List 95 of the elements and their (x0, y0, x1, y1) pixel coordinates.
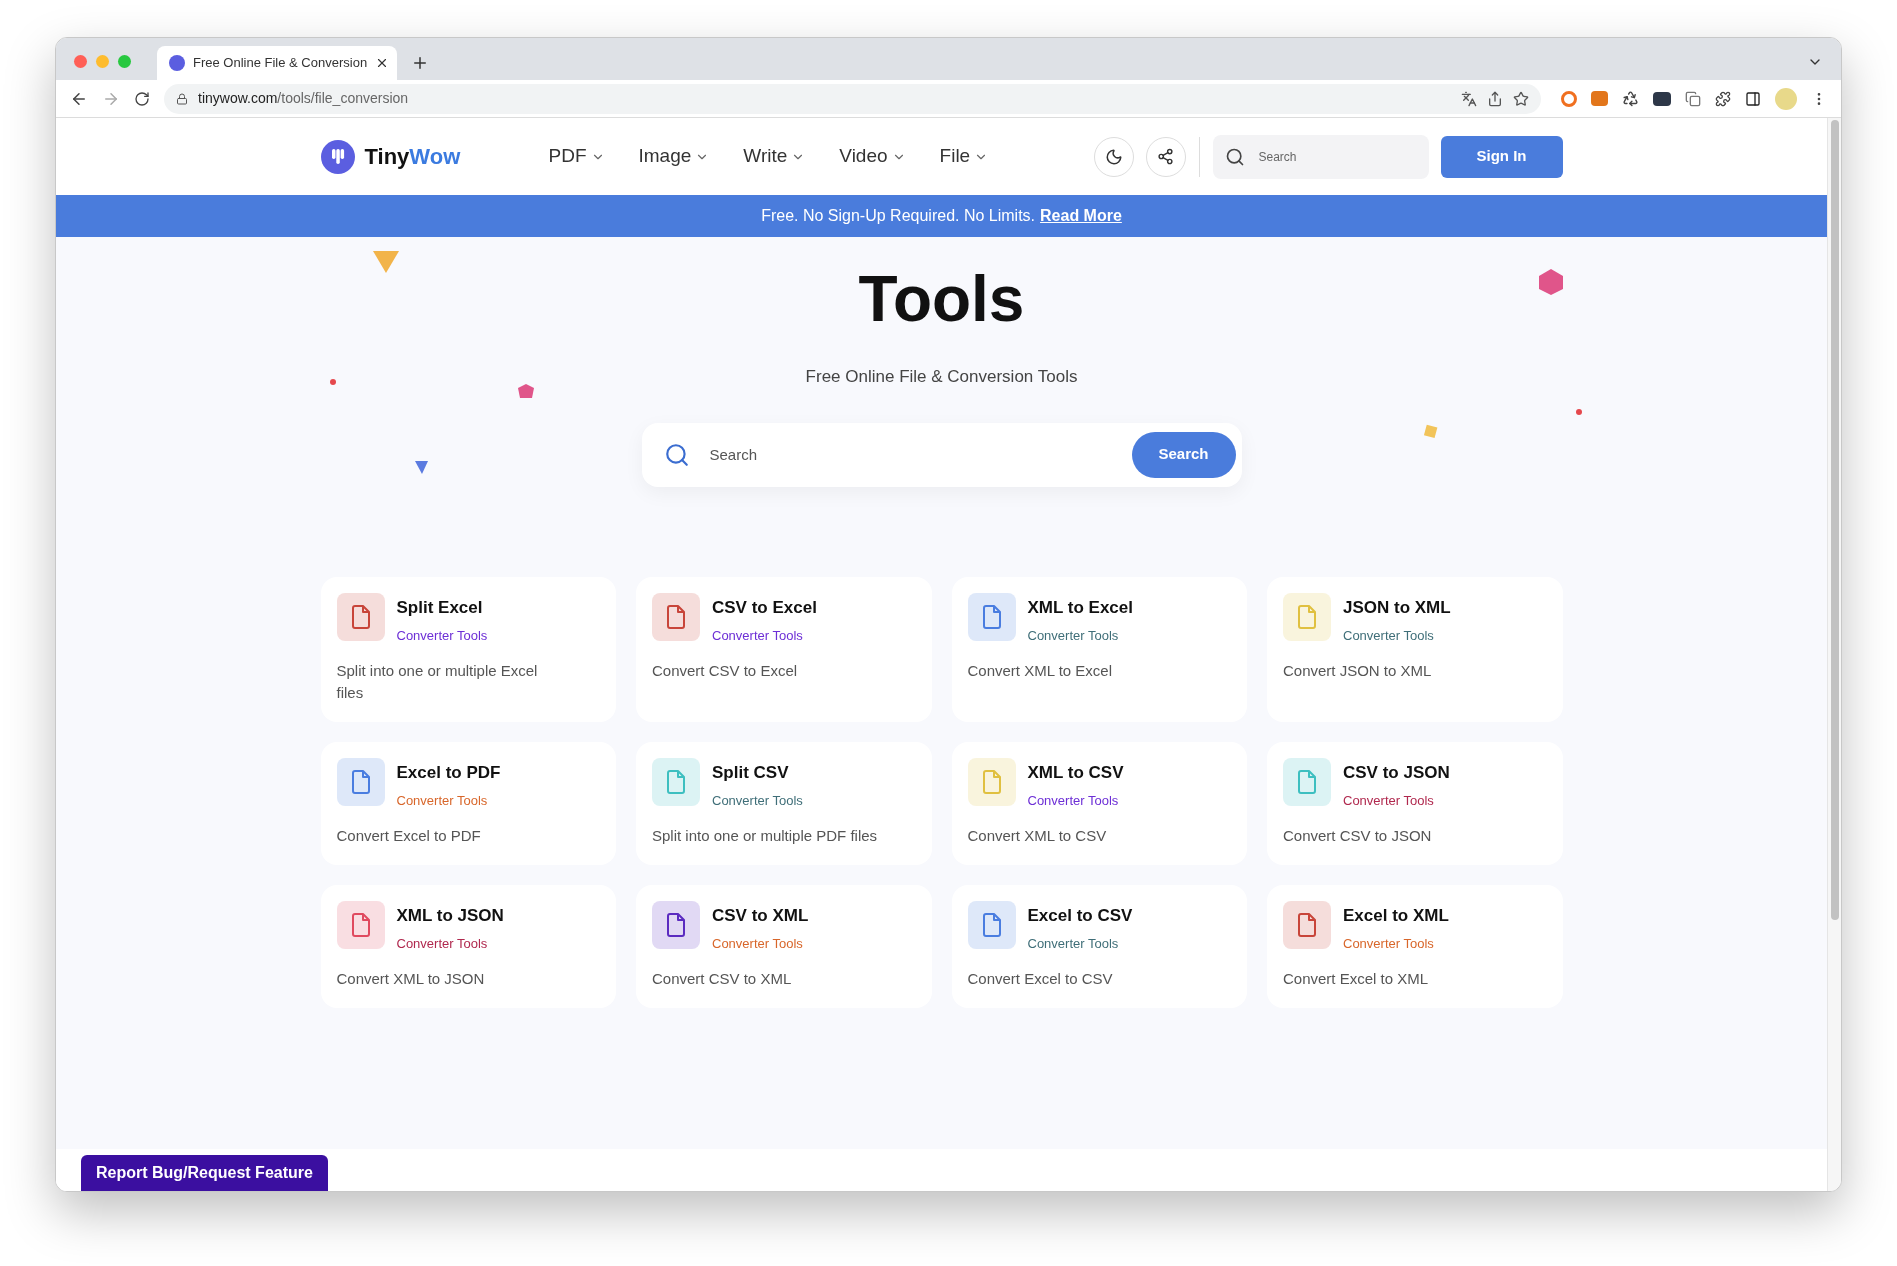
tool-title: JSON to XML (1343, 596, 1451, 619)
address-bar[interactable]: tinywow.com/tools/file_conversion (164, 83, 1541, 114)
tool-description: Convert Excel to PDF (336, 825, 482, 846)
file-icon (980, 769, 1003, 794)
search-icon (663, 441, 690, 468)
tab-title: Free Online File & Conversion (193, 54, 368, 73)
side-panel-icon[interactable] (1745, 90, 1761, 107)
banner-text: Free. No Sign-Up Required. No Limits. (761, 206, 1036, 226)
tool-category[interactable]: Converter Tools (396, 791, 501, 811)
nav-menu-item[interactable]: Video (839, 142, 906, 171)
tool-card[interactable]: Split Excel Converter Tools Split into one or multiple Excel files (320, 576, 616, 722)
file-icon (1296, 769, 1318, 794)
tool-title: Split Excel (396, 596, 484, 619)
tool-card[interactable]: Excel to CSV Converter Tools Convert Excel to CSV (951, 884, 1247, 1008)
extension-icon[interactable] (1653, 91, 1671, 106)
tool-description: Convert CSV to JSON (1283, 825, 1433, 846)
header-search-field[interactable]: Search (1212, 134, 1429, 179)
nav-menu-item[interactable]: PDF (548, 142, 605, 171)
tool-category[interactable]: Converter Tools (1027, 791, 1124, 811)
file-icon (349, 604, 372, 629)
tool-description: Convert XML to JSON (336, 968, 486, 989)
tool-description: Convert XML to CSV (967, 825, 1108, 846)
tool-category[interactable]: Converter Tools (712, 791, 803, 811)
file-icon (349, 769, 372, 794)
tool-card[interactable]: XML to CSV Converter Tools Convert XML to CSV (951, 741, 1247, 865)
tool-description: Convert JSON to XML (1283, 660, 1433, 681)
tool-category[interactable]: Converter Tools (712, 934, 809, 954)
tool-category[interactable]: Converter Tools (396, 626, 488, 646)
tool-description: Split into one or multiple Excel files (336, 660, 539, 703)
file-icon (665, 912, 687, 937)
moon-icon (1104, 147, 1123, 166)
file-icon (1296, 604, 1318, 629)
file-icon (349, 912, 372, 937)
recycle-icon[interactable] (1622, 90, 1639, 107)
tool-category[interactable]: Converter Tools (1027, 934, 1133, 954)
tool-card[interactable]: Excel to XML Converter Tools Convert Excel to XML (1267, 884, 1563, 1008)
tool-description: Convert CSV to Excel (652, 660, 799, 681)
tool-category[interactable]: Converter Tools (712, 626, 817, 646)
tool-title: CSV to XML (712, 904, 809, 927)
nav-menu-item[interactable]: Write (743, 142, 806, 171)
share-icon (1157, 148, 1174, 165)
tool-description: Convert Excel to CSV (967, 968, 1114, 989)
read-more-link[interactable]: Read More (1040, 204, 1122, 228)
confetti-shape (1536, 267, 1566, 297)
logo-icon (320, 139, 355, 174)
lock-icon (176, 92, 188, 105)
nav-menu-item[interactable]: File (939, 142, 989, 171)
tool-category[interactable]: Converter Tools (1343, 626, 1451, 646)
tool-card[interactable]: Split CSV Converter Tools Split into one or multiple PDF files (636, 741, 932, 865)
tool-card[interactable]: CSV to XML Converter Tools Convert CSV to XML (636, 884, 932, 1008)
bookmark-star-icon[interactable] (1513, 90, 1529, 107)
translate-icon[interactable] (1461, 90, 1477, 107)
page-subtitle: Free Online File & Conversion Tools (805, 366, 1078, 388)
tool-card[interactable]: JSON to XML Converter Tools Convert JSON to XML (1267, 576, 1563, 722)
tool-title: CSV to JSON (1343, 761, 1450, 784)
tool-category[interactable]: Converter Tools (1343, 791, 1450, 811)
tool-card[interactable]: CSV to JSON Converter Tools Convert CSV to JSON (1267, 741, 1563, 865)
tool-title: Excel to XML (1343, 904, 1449, 927)
tool-card[interactable]: Excel to PDF Converter Tools Convert Excel to PDF (320, 741, 616, 865)
tool-title: CSV to Excel (712, 596, 817, 619)
new-tab-icon[interactable] (411, 54, 429, 72)
nav-menu-item[interactable]: Image (638, 142, 710, 171)
browser-tab[interactable]: Free Online File & Conversion (157, 46, 397, 80)
reload-icon[interactable] (134, 90, 150, 107)
tool-card[interactable]: XML to Excel Converter Tools Convert XML to Excel (951, 576, 1247, 722)
tool-title: XML to JSON (396, 904, 504, 927)
tool-card[interactable]: CSV to Excel Converter Tools Convert CSV to Excel (636, 576, 932, 722)
tool-title: Excel to PDF (396, 761, 501, 784)
file-icon (1296, 912, 1318, 937)
tool-title: XML to Excel (1027, 596, 1133, 619)
tool-category[interactable]: Converter Tools (1343, 934, 1449, 954)
report-bug-button[interactable]: Report Bug/Request Feature (81, 1155, 328, 1191)
tool-description: Convert CSV to XML (652, 968, 793, 989)
scrollbar[interactable] (1827, 118, 1841, 1191)
tool-card[interactable]: XML to JSON Converter Tools Convert XML to JSON (320, 884, 616, 1008)
file-icon (665, 769, 687, 794)
copy-icon[interactable] (1685, 90, 1701, 107)
tool-title: Excel to CSV (1027, 904, 1133, 927)
file-icon (980, 604, 1003, 629)
tool-category[interactable]: Converter Tools (396, 934, 504, 954)
tool-description: Convert Excel to XML (1283, 968, 1430, 989)
file-icon (665, 604, 687, 629)
tool-title: Split CSV (712, 761, 790, 784)
sign-in-button[interactable]: Sign In (1440, 135, 1563, 178)
file-icon (980, 912, 1003, 937)
page-title: Tools (858, 262, 1025, 337)
site-favicon-icon (169, 55, 185, 71)
tool-description: Convert XML to Excel (967, 660, 1113, 681)
logo-wordmark[interactable]: TinyWow (364, 140, 461, 173)
share-icon[interactable] (1487, 90, 1503, 107)
tool-description: Split into one or multiple PDF files (652, 825, 879, 846)
tool-category[interactable]: Converter Tools (1027, 626, 1133, 646)
extensions-icon[interactable] (1715, 90, 1731, 107)
tool-title: XML to CSV (1027, 761, 1124, 784)
search-icon (1224, 146, 1245, 167)
